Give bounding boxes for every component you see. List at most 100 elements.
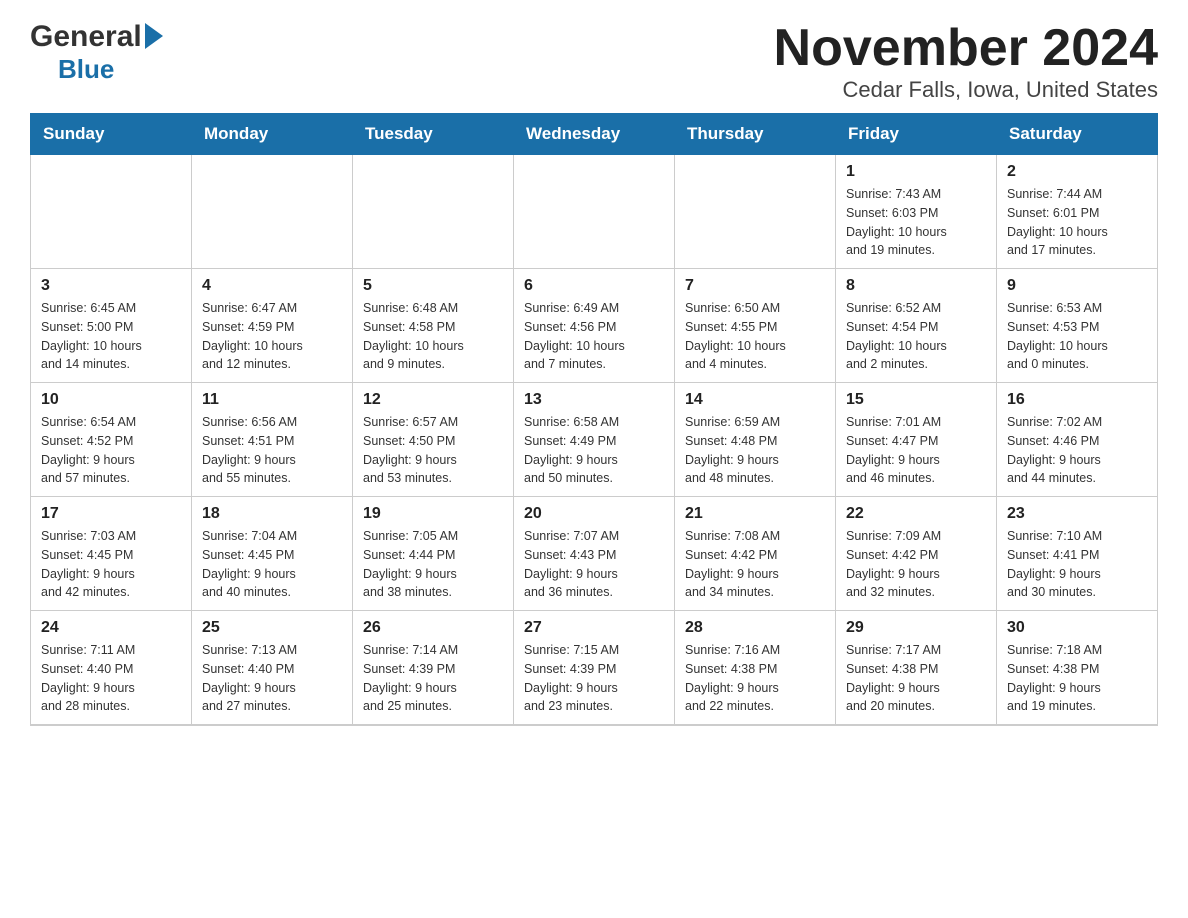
calendar-cell: 17 Sunrise: 7:03 AM Sunset: 4:45 PM Dayli… bbox=[31, 497, 192, 611]
calendar-cell: 7 Sunrise: 6:50 AM Sunset: 4:55 PM Daylig… bbox=[675, 269, 836, 383]
weekday-header-monday: Monday bbox=[192, 114, 353, 155]
day-number: 1 bbox=[846, 163, 986, 181]
calendar-cell: 5 Sunrise: 6:48 AM Sunset: 4:58 PM Daylig… bbox=[353, 269, 514, 383]
calendar-cell: 3Sunrise: 6:45 AM Sunset: 5:00 PM Daylig… bbox=[31, 269, 192, 383]
day-info: Sunrise: 7:10 AM Sunset: 4:41 PM Dayligh… bbox=[1007, 527, 1147, 602]
calendar-cell bbox=[192, 155, 353, 269]
weekday-header-sunday: Sunday bbox=[31, 114, 192, 155]
logo: General Blue bbox=[30, 20, 163, 85]
day-info: Sunrise: 6:59 AM Sunset: 4:48 PM Dayligh… bbox=[685, 413, 825, 488]
day-info: Sunrise: 7:08 AM Sunset: 4:42 PM Dayligh… bbox=[685, 527, 825, 602]
calendar-header-row: SundayMondayTuesdayWednesdayThursdayFrid… bbox=[31, 114, 1158, 155]
day-number: 4 bbox=[202, 277, 342, 295]
day-info: Sunrise: 7:17 AM Sunset: 4:38 PM Dayligh… bbox=[846, 641, 986, 716]
calendar-title: November 2024 bbox=[774, 20, 1158, 77]
calendar-cell: 23 Sunrise: 7:10 AM Sunset: 4:41 PM Dayli… bbox=[997, 497, 1158, 611]
calendar-week-0: 1Sunrise: 7:43 AM Sunset: 6:03 PM Daylig… bbox=[31, 155, 1158, 269]
day-number: 19 bbox=[363, 505, 503, 523]
day-number: 6 bbox=[524, 277, 664, 295]
calendar-week-2: 10 Sunrise: 6:54 AM Sunset: 4:52 PM Dayli… bbox=[31, 383, 1158, 497]
title-block: November 2024 Cedar Falls, Iowa, United … bbox=[774, 20, 1158, 103]
day-info: Sunrise: 7:15 AM Sunset: 4:39 PM Dayligh… bbox=[524, 641, 664, 716]
day-info: Sunrise: 6:45 AM Sunset: 5:00 PM Dayligh… bbox=[41, 299, 181, 374]
day-number: 20 bbox=[524, 505, 664, 523]
calendar-cell: 10 Sunrise: 6:54 AM Sunset: 4:52 PM Dayli… bbox=[31, 383, 192, 497]
day-info: Sunrise: 6:47 AM Sunset: 4:59 PM Dayligh… bbox=[202, 299, 342, 374]
day-number: 28 bbox=[685, 619, 825, 637]
day-number: 13 bbox=[524, 391, 664, 409]
day-number: 21 bbox=[685, 505, 825, 523]
day-info: Sunrise: 6:50 AM Sunset: 4:55 PM Dayligh… bbox=[685, 299, 825, 374]
calendar-cell: 4 Sunrise: 6:47 AM Sunset: 4:59 PM Daylig… bbox=[192, 269, 353, 383]
day-number: 5 bbox=[363, 277, 503, 295]
calendar-cell: 6 Sunrise: 6:49 AM Sunset: 4:56 PM Daylig… bbox=[514, 269, 675, 383]
page-header: General Blue November 2024 Cedar Falls, … bbox=[30, 20, 1158, 103]
weekday-header-friday: Friday bbox=[836, 114, 997, 155]
day-info: Sunrise: 6:49 AM Sunset: 4:56 PM Dayligh… bbox=[524, 299, 664, 374]
day-info: Sunrise: 6:53 AM Sunset: 4:53 PM Dayligh… bbox=[1007, 299, 1147, 374]
calendar-cell: 22Sunrise: 7:09 AM Sunset: 4:42 PM Dayli… bbox=[836, 497, 997, 611]
logo-blue-text: Blue bbox=[58, 54, 114, 85]
calendar-cell: 28Sunrise: 7:16 AM Sunset: 4:38 PM Dayli… bbox=[675, 611, 836, 726]
calendar-week-3: 17 Sunrise: 7:03 AM Sunset: 4:45 PM Dayli… bbox=[31, 497, 1158, 611]
day-info: Sunrise: 7:14 AM Sunset: 4:39 PM Dayligh… bbox=[363, 641, 503, 716]
day-number: 11 bbox=[202, 391, 342, 409]
calendar-cell: 21 Sunrise: 7:08 AM Sunset: 4:42 PM Dayli… bbox=[675, 497, 836, 611]
calendar-cell: 30Sunrise: 7:18 AM Sunset: 4:38 PM Dayli… bbox=[997, 611, 1158, 726]
weekday-header-wednesday: Wednesday bbox=[514, 114, 675, 155]
day-info: Sunrise: 7:04 AM Sunset: 4:45 PM Dayligh… bbox=[202, 527, 342, 602]
day-number: 15 bbox=[846, 391, 986, 409]
calendar-cell: 29 Sunrise: 7:17 AM Sunset: 4:38 PM Dayli… bbox=[836, 611, 997, 726]
calendar-cell: 15 Sunrise: 7:01 AM Sunset: 4:47 PM Dayli… bbox=[836, 383, 997, 497]
day-number: 24 bbox=[41, 619, 181, 637]
day-info: Sunrise: 6:48 AM Sunset: 4:58 PM Dayligh… bbox=[363, 299, 503, 374]
weekday-header-saturday: Saturday bbox=[997, 114, 1158, 155]
calendar-cell: 1Sunrise: 7:43 AM Sunset: 6:03 PM Daylig… bbox=[836, 155, 997, 269]
day-number: 25 bbox=[202, 619, 342, 637]
day-number: 7 bbox=[685, 277, 825, 295]
calendar-cell: 2Sunrise: 7:44 AM Sunset: 6:01 PM Daylig… bbox=[997, 155, 1158, 269]
calendar-cell: 11 Sunrise: 6:56 AM Sunset: 4:51 PM Dayli… bbox=[192, 383, 353, 497]
day-info: Sunrise: 6:54 AM Sunset: 4:52 PM Dayligh… bbox=[41, 413, 181, 488]
calendar-table: SundayMondayTuesdayWednesdayThursdayFrid… bbox=[30, 113, 1158, 726]
day-info: Sunrise: 6:58 AM Sunset: 4:49 PM Dayligh… bbox=[524, 413, 664, 488]
day-number: 9 bbox=[1007, 277, 1147, 295]
day-info: Sunrise: 6:57 AM Sunset: 4:50 PM Dayligh… bbox=[363, 413, 503, 488]
day-number: 12 bbox=[363, 391, 503, 409]
calendar-week-1: 3Sunrise: 6:45 AM Sunset: 5:00 PM Daylig… bbox=[31, 269, 1158, 383]
calendar-cell bbox=[514, 155, 675, 269]
calendar-cell: 8 Sunrise: 6:52 AM Sunset: 4:54 PM Daylig… bbox=[836, 269, 997, 383]
day-info: Sunrise: 7:01 AM Sunset: 4:47 PM Dayligh… bbox=[846, 413, 986, 488]
calendar-cell: 9 Sunrise: 6:53 AM Sunset: 4:53 PM Daylig… bbox=[997, 269, 1158, 383]
day-number: 22 bbox=[846, 505, 986, 523]
day-number: 29 bbox=[846, 619, 986, 637]
day-info: Sunrise: 7:07 AM Sunset: 4:43 PM Dayligh… bbox=[524, 527, 664, 602]
day-number: 14 bbox=[685, 391, 825, 409]
day-info: Sunrise: 6:56 AM Sunset: 4:51 PM Dayligh… bbox=[202, 413, 342, 488]
calendar-cell: 13 Sunrise: 6:58 AM Sunset: 4:49 PM Dayli… bbox=[514, 383, 675, 497]
day-number: 2 bbox=[1007, 163, 1147, 181]
calendar-cell: 24Sunrise: 7:11 AM Sunset: 4:40 PM Dayli… bbox=[31, 611, 192, 726]
day-info: Sunrise: 7:03 AM Sunset: 4:45 PM Dayligh… bbox=[41, 527, 181, 602]
day-number: 30 bbox=[1007, 619, 1147, 637]
day-info: Sunrise: 7:13 AM Sunset: 4:40 PM Dayligh… bbox=[202, 641, 342, 716]
day-info: Sunrise: 7:02 AM Sunset: 4:46 PM Dayligh… bbox=[1007, 413, 1147, 488]
calendar-subtitle: Cedar Falls, Iowa, United States bbox=[774, 77, 1158, 103]
calendar-cell bbox=[31, 155, 192, 269]
day-number: 17 bbox=[41, 505, 181, 523]
logo-general-text: General bbox=[30, 20, 142, 54]
day-number: 27 bbox=[524, 619, 664, 637]
day-number: 8 bbox=[846, 277, 986, 295]
weekday-header-tuesday: Tuesday bbox=[353, 114, 514, 155]
calendar-cell: 25 Sunrise: 7:13 AM Sunset: 4:40 PM Dayli… bbox=[192, 611, 353, 726]
calendar-cell bbox=[675, 155, 836, 269]
calendar-cell: 19Sunrise: 7:05 AM Sunset: 4:44 PM Dayli… bbox=[353, 497, 514, 611]
day-number: 10 bbox=[41, 391, 181, 409]
day-number: 23 bbox=[1007, 505, 1147, 523]
calendar-cell: 26 Sunrise: 7:14 AM Sunset: 4:39 PM Dayli… bbox=[353, 611, 514, 726]
day-info: Sunrise: 6:52 AM Sunset: 4:54 PM Dayligh… bbox=[846, 299, 986, 374]
calendar-cell: 14 Sunrise: 6:59 AM Sunset: 4:48 PM Dayli… bbox=[675, 383, 836, 497]
calendar-cell: 16Sunrise: 7:02 AM Sunset: 4:46 PM Dayli… bbox=[997, 383, 1158, 497]
weekday-header-thursday: Thursday bbox=[675, 114, 836, 155]
day-number: 26 bbox=[363, 619, 503, 637]
